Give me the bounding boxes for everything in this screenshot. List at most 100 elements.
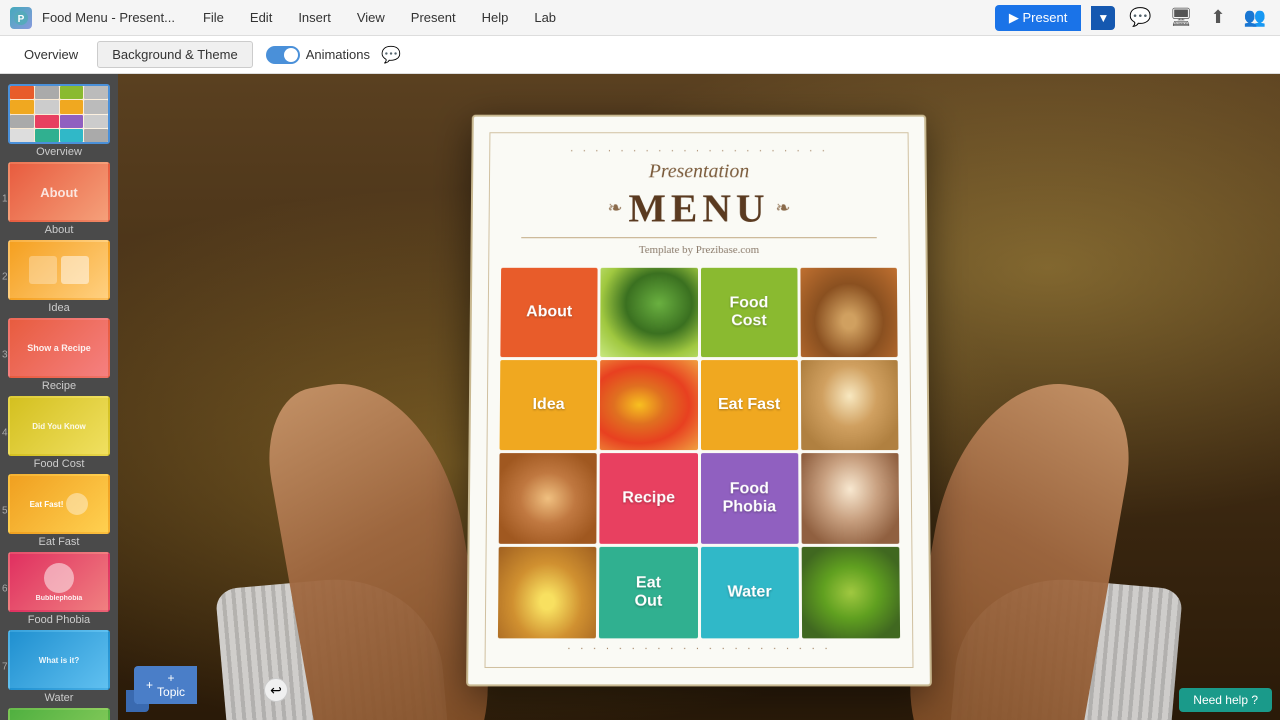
thumb-num-1: 1 — [2, 194, 8, 205]
present-button[interactable]: ▶ Present — [995, 5, 1081, 31]
thumb-num-2: 2 — [2, 272, 8, 283]
menu-file[interactable]: File — [195, 6, 232, 29]
main-area: Overview 1 About About 2 Idea 3 Show a R… — [0, 74, 1280, 720]
thumb-foodcost: Did You Know — [8, 396, 110, 456]
comment-icon[interactable]: 💬 — [1125, 3, 1155, 32]
presentation-text: Presentation — [502, 161, 896, 184]
thumb-eatfast: Eat Fast! — [8, 474, 110, 534]
toolbar-comment-icon[interactable]: 💬 — [381, 45, 401, 65]
thumb-num-4: 4 — [2, 428, 8, 439]
sidebar-item-water[interactable]: 7 What is it? Water — [8, 630, 110, 704]
thumb-label-idea: Idea — [8, 302, 110, 314]
svg-text:P: P — [18, 14, 25, 25]
grid-label-about: About — [500, 268, 597, 357]
animations-toggle[interactable] — [266, 46, 300, 64]
menu-lab[interactable]: Lab — [526, 6, 564, 29]
thumb-num-7: 7 — [2, 662, 8, 673]
grid-recipe[interactable]: Recipe — [600, 453, 698, 544]
grid-photo-salad — [600, 268, 697, 357]
thumb-eatout: Positive Eating — [8, 708, 110, 720]
thumb-label-water: Water — [8, 692, 110, 704]
grid-label-water: Water — [701, 547, 799, 638]
grid-label-idea: Idea — [500, 360, 598, 450]
grid-photo-plate — [801, 547, 900, 638]
menu-help[interactable]: Help — [474, 6, 517, 29]
menu-present[interactable]: Present — [403, 6, 464, 29]
undo-button[interactable]: ↩ — [264, 678, 288, 702]
thumb-about: About — [8, 162, 110, 222]
menu-border-top: · · · · · · · · · · · · · · · · · · · · … — [502, 145, 896, 157]
add-icon: + — [146, 678, 153, 692]
grid-label-eatfast: Eat Fast — [700, 360, 797, 450]
menu-decorations: ❧ MENU ❧ — [501, 185, 896, 231]
thumb-foodphobia: Bubblephobia — [8, 552, 110, 612]
sidebar-item-foodcost[interactable]: 4 Did You Know Food Cost — [8, 396, 110, 470]
share-icon[interactable]: ⬆ — [1206, 3, 1229, 32]
need-help-button[interactable]: Need help ? — [1179, 688, 1272, 712]
thumb-label-foodcost: Food Cost — [8, 458, 110, 470]
menu-title-area: Presentation ❧ MENU ❧ Template by Prezib… — [501, 161, 897, 256]
menu-card-inner: · · · · · · · · · · · · · · · · · · · · … — [484, 132, 913, 668]
grid-photo-pancakes — [801, 360, 899, 450]
grid-eatout[interactable]: EatOut — [599, 547, 697, 638]
grid-photo-fish — [499, 453, 597, 544]
thumb-num-3: 3 — [2, 350, 8, 361]
menu-insert[interactable]: Insert — [290, 6, 339, 29]
app-logo: P — [10, 7, 32, 29]
sidebar-item-about[interactable]: 1 About About — [8, 162, 110, 236]
sidebar-item-eatout[interactable]: 8 Positive Eating Eat Out — [8, 708, 110, 720]
thumb-recipe: Show a Recipe — [8, 318, 110, 378]
grid-label-foodcost: FoodCost — [700, 268, 797, 357]
deco-left: ❧ — [608, 198, 623, 219]
menu-view[interactable]: View — [349, 6, 393, 29]
grid-photo-veggies — [600, 360, 697, 450]
menu-edit[interactable]: Edit — [242, 6, 280, 29]
add-topic-button[interactable]: + + Topic — [134, 666, 197, 704]
grid-photo-croissant — [498, 547, 597, 638]
topbar: P Food Menu - Present... File Edit Inser… — [0, 0, 1280, 36]
tab-background-theme[interactable]: Background & Theme — [97, 41, 253, 68]
sidebar-item-idea[interactable]: 2 Idea — [8, 240, 110, 314]
grid-photo-burger — [800, 268, 897, 357]
toolbar: Overview Background & Theme Animations 💬 — [0, 36, 1280, 74]
sidebar: Overview 1 About About 2 Idea 3 Show a R… — [0, 74, 118, 720]
grid-foodcost[interactable]: FoodCost — [700, 268, 797, 357]
grid-foodphobia[interactable]: FoodPhobia — [701, 453, 799, 544]
menu-main-title: MENU — [628, 185, 769, 231]
thumb-label-foodphobia: Food Phobia — [8, 614, 110, 626]
monitor-icon[interactable]: 🖥 — [1166, 3, 1197, 32]
thumb-water: What is it? — [8, 630, 110, 690]
sidebar-item-overview[interactable]: Overview — [8, 84, 110, 158]
thumb-label-eatfast: Eat Fast — [8, 536, 110, 548]
sidebar-item-recipe[interactable]: 3 Show a Recipe Recipe — [8, 318, 110, 392]
grid-photo-cake — [801, 453, 899, 544]
add-topic-label: + Topic — [157, 671, 185, 699]
menu-border-bottom: · · · · · · · · · · · · · · · · · · · · … — [498, 642, 900, 654]
thumb-num-6: 6 — [2, 584, 8, 595]
users-icon[interactable]: 👥 — [1240, 3, 1270, 32]
app-title: Food Menu - Present... — [42, 10, 175, 25]
grid-eatfast[interactable]: Eat Fast — [700, 360, 797, 450]
tab-overview[interactable]: Overview — [10, 42, 92, 67]
thumb-label-recipe: Recipe — [8, 380, 110, 392]
menu-subtitle: Template by Prezibase.com — [501, 244, 897, 256]
grid-water[interactable]: Water — [701, 547, 799, 638]
thumb-idea — [8, 240, 110, 300]
grid-about[interactable]: About — [500, 268, 597, 357]
menu-divider — [521, 237, 877, 238]
sidebar-item-eatfast[interactable]: 5 Eat Fast! Eat Fast — [8, 474, 110, 548]
present-dropdown-arrow[interactable]: ▼ — [1091, 6, 1115, 30]
sidebar-item-foodphobia[interactable]: 6 Bubblephobia Food Phobia — [8, 552, 110, 626]
animations-label: Animations — [306, 47, 370, 62]
animations-toggle-group: Animations — [266, 46, 370, 64]
thumb-label-overview: Overview — [8, 146, 110, 158]
grid-label-eatout: EatOut — [599, 547, 697, 638]
deco-right: ❧ — [775, 198, 790, 219]
thumb-num-5: 5 — [2, 506, 8, 517]
canvas-area: · · · · · · · · · · · · · · · · · · · · … — [118, 74, 1280, 720]
grid-label-recipe: Recipe — [600, 453, 698, 544]
grid-idea[interactable]: Idea — [500, 360, 598, 450]
thumb-overview — [8, 84, 110, 144]
thumb-label-about: About — [8, 224, 110, 236]
menu-grid: About FoodCost Idea — [498, 268, 900, 639]
